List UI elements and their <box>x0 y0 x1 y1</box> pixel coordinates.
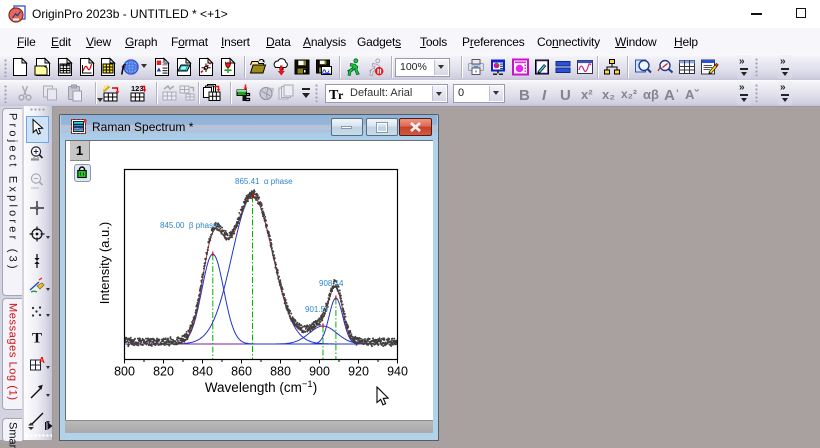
svg-text:Intensity (a.u.): Intensity (a.u.) <box>97 222 112 304</box>
svg-text:840: 840 <box>192 365 213 379</box>
svg-text:860: 860 <box>231 365 252 379</box>
svg-text:A: A <box>39 356 45 365</box>
svg-text:Wavelength (cm−1): Wavelength (cm−1) <box>205 379 317 395</box>
svg-text:908.14: 908.14 <box>319 279 344 288</box>
svg-text:920: 920 <box>348 365 369 379</box>
svg-text:900: 900 <box>309 365 330 379</box>
svg-text:880: 880 <box>270 365 291 379</box>
svg-text:845.00 β phase: 845.00 β phase <box>160 221 218 230</box>
svg-text:T: T <box>32 331 42 347</box>
svg-text:123: 123 <box>131 84 144 93</box>
svg-text:940: 940 <box>387 365 408 379</box>
svg-text:865.41 α phase: 865.41 α phase <box>235 177 293 186</box>
svg-text:r: r <box>338 88 344 102</box>
svg-text:800: 800 <box>114 365 135 379</box>
svg-text:901.57: 901.57 <box>305 305 330 314</box>
svg-text:820: 820 <box>153 365 174 379</box>
